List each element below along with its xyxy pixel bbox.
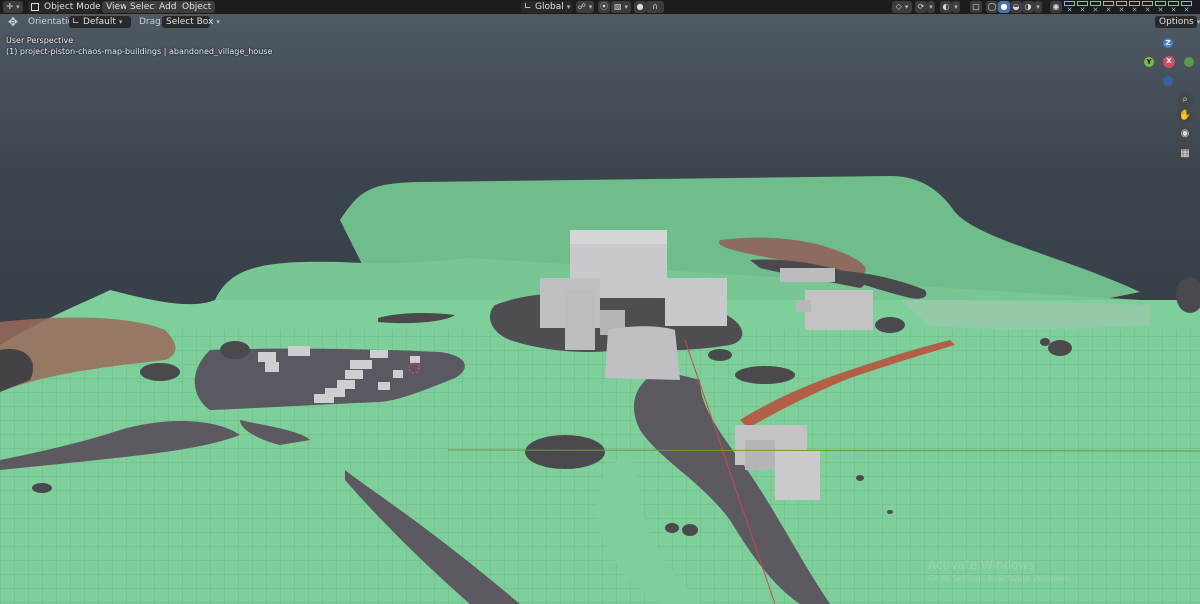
options-dropdown[interactable]: Options ▾ (1155, 16, 1200, 28)
gizmo-y-axis[interactable]: Y (1144, 57, 1154, 67)
orientation-icon: ∟ (72, 17, 80, 27)
proportional-edit-icon[interactable]: ● (634, 1, 646, 13)
orientation-dropdown[interactable]: ∟ Default ▾ (69, 16, 131, 28)
drag-dropdown[interactable]: Select Box ▾ (162, 16, 220, 28)
gizmo-neg-y[interactable] (1184, 57, 1194, 67)
snap-icon[interactable]: ⦿ (598, 1, 610, 13)
gizmo-neg-z[interactable] (1163, 76, 1173, 86)
tool-settings-bar: ✥ Orientation: ∟ Default ▾ Drag: Select B… (0, 14, 1200, 30)
wireframe-shading-icon[interactable]: ◯ (986, 1, 998, 13)
eye-icon[interactable]: ◉ (1050, 1, 1062, 13)
solid-shading-icon[interactable]: ● (998, 1, 1010, 13)
gizmo-toggle-icon[interactable]: ⟳ (915, 1, 927, 13)
layer-x-icon[interactable]: ✕ (1090, 7, 1101, 14)
zoom-icon[interactable]: ⌕ (1177, 92, 1193, 108)
transform-orientation-label: Global (535, 2, 564, 12)
orientation-axes-icon: ∟ (524, 2, 532, 12)
collection-info: (1) project-piston-chaos-map-buildings |… (6, 47, 273, 56)
layer-x-icon[interactable]: ✕ (1103, 7, 1114, 14)
transform-orientation-dropdown[interactable]: ∟ Global ▾ (521, 1, 572, 13)
snap-target-icon[interactable]: ▧ ▾ (611, 1, 631, 13)
navigation-gizmo[interactable]: Z Y X (1140, 36, 1196, 88)
layer-x-icon[interactable]: ✕ (1168, 7, 1179, 14)
mode-label: Object Mode (44, 2, 101, 12)
gizmo-dropdown-icon[interactable]: ▾ (927, 1, 935, 13)
activate-windows-title: Activate Windows (928, 558, 1035, 572)
options-label: Options (1159, 17, 1194, 27)
overlays-dropdown-icon[interactable]: ▾ (952, 1, 960, 13)
layer-x-icon[interactable]: ✕ (1129, 7, 1140, 14)
pan-hand-icon[interactable]: ✋ (1177, 108, 1193, 124)
object-mode-icon (31, 3, 39, 11)
view-name: User Perspective (6, 36, 74, 45)
orientation-value: Default (83, 17, 116, 27)
layer-x-icon[interactable]: ✕ (1181, 7, 1192, 14)
viewport-header: ✛▾ Object Mode▾ View Select Add Object ∟… (0, 0, 1200, 14)
camera-view-icon[interactable]: ◉ (1177, 126, 1193, 142)
material-preview-icon[interactable]: ◒ (1010, 1, 1022, 13)
rendered-shading-icon[interactable]: ◑ (1022, 1, 1034, 13)
shading-dropdown-icon[interactable]: ▾ (1034, 1, 1042, 13)
scene-render (0, 176, 1200, 604)
perspective-grid-icon[interactable]: ▦ (1177, 146, 1193, 162)
falloff-curve-icon[interactable]: ∩ (646, 1, 664, 13)
3d-viewport[interactable]: User Perspective (1) project-piston-chao… (0, 0, 1200, 604)
editor-type-cursor-icon[interactable]: ✛ ▾ (3, 1, 23, 13)
xray-icon[interactable]: ▢ (970, 1, 982, 13)
layer-x-icon[interactable]: ✕ (1142, 7, 1153, 14)
activate-windows-subtitle: Go to Settings to activate Windows. (928, 574, 1072, 583)
drag-value: Select Box (166, 17, 214, 27)
drag-label: Drag: (139, 17, 164, 27)
menu-object[interactable]: Object (178, 1, 216, 13)
overlays-icon[interactable]: ◐ (940, 1, 952, 13)
visibility-filter-icon[interactable]: ◇ ▾ (892, 1, 912, 13)
gizmo-x-axis[interactable]: X (1163, 56, 1175, 68)
layer-x-icon[interactable]: ✕ (1155, 7, 1166, 14)
collection-layers[interactable]: ✕ ✕ ✕ ✕ ✕ ✕ ✕ ✕ ✕ ✕ (1064, 0, 1200, 14)
gizmo-z-axis[interactable]: Z (1163, 38, 1173, 48)
move-tool-icon[interactable]: ✥ (8, 16, 18, 28)
layer-x-icon[interactable]: ✕ (1077, 7, 1088, 14)
mode-dropdown[interactable]: Object Mode▾ (28, 1, 107, 13)
pivot-point-icon[interactable]: ☍ ▾ (576, 1, 594, 13)
layer-x-icon[interactable]: ✕ (1116, 7, 1127, 14)
layer-x-icon[interactable]: ✕ (1064, 7, 1075, 14)
menu-add[interactable]: Add (155, 1, 181, 13)
